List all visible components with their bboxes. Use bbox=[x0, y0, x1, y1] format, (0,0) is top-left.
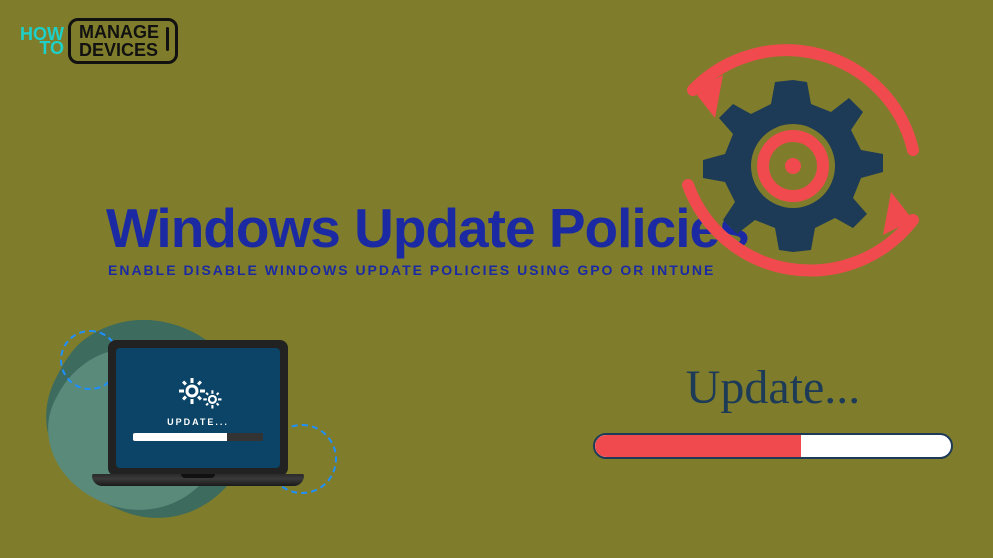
logo: HOW TO MANAGE DEVICES bbox=[20, 18, 178, 64]
laptop-screen: UPDATE... bbox=[116, 348, 280, 468]
page-subtitle: ENABLE DISABLE WINDOWS UPDATE POLICIES U… bbox=[108, 262, 715, 278]
laptop-illustration: UPDATE... bbox=[92, 340, 304, 486]
update-progress-fill bbox=[595, 435, 801, 457]
gear-update-icon bbox=[633, 20, 953, 330]
update-label: Update... bbox=[593, 360, 953, 415]
laptop-progress-fill bbox=[133, 433, 227, 441]
laptop-base bbox=[92, 474, 304, 486]
update-section: Update... bbox=[593, 360, 953, 459]
laptop-gears-icon bbox=[172, 375, 224, 411]
update-progress-bar bbox=[593, 433, 953, 459]
laptop-update-label: UPDATE... bbox=[167, 417, 229, 427]
logo-box: MANAGE DEVICES bbox=[68, 18, 178, 64]
logo-manage-text: MANAGE bbox=[79, 23, 159, 41]
laptop-progress-bar bbox=[133, 433, 263, 441]
logo-howto: HOW TO bbox=[20, 27, 64, 55]
laptop-bezel: UPDATE... bbox=[108, 340, 288, 476]
logo-devices-text: DEVICES bbox=[79, 41, 159, 59]
